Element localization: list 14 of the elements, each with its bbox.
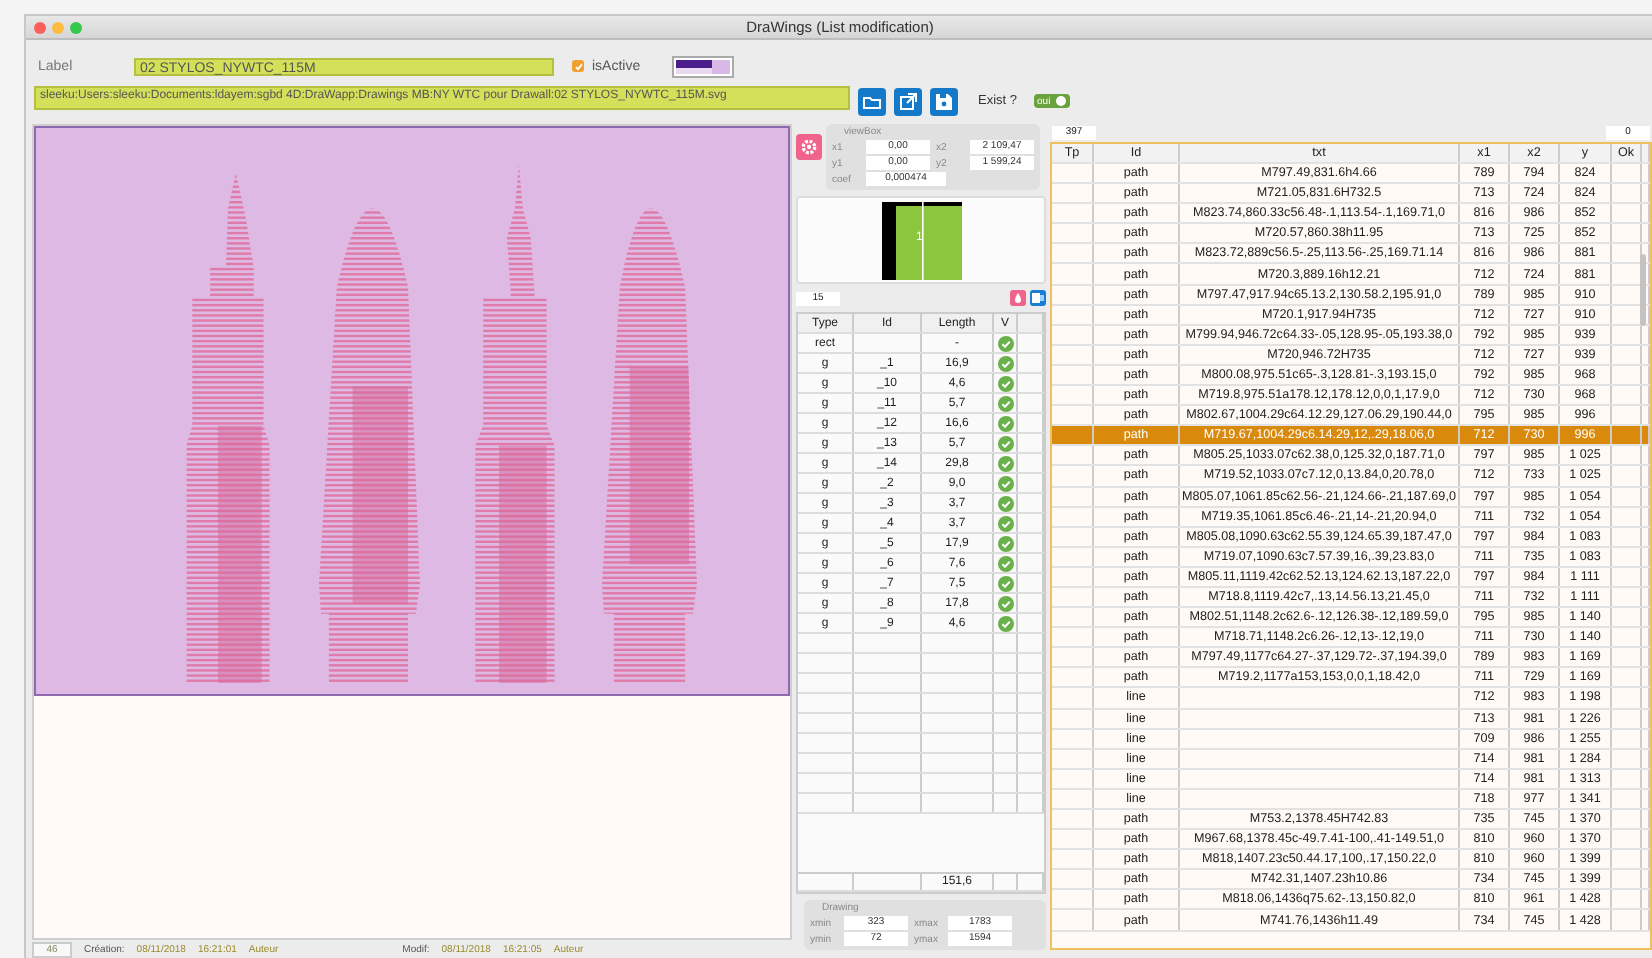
save-icon [932, 89, 956, 113]
external-link-button[interactable] [894, 87, 922, 115]
drop-icon[interactable] [1010, 290, 1026, 306]
zoom-button[interactable] [70, 21, 82, 33]
save-button[interactable] [930, 87, 958, 115]
spreadsheet-icon[interactable] [1030, 290, 1046, 306]
external-link-icon [896, 89, 920, 113]
color-preview [672, 55, 735, 77]
close-button[interactable] [34, 21, 46, 33]
active-checkbox[interactable] [572, 60, 584, 72]
settings-button[interactable] [796, 134, 822, 160]
scrollbar-thumb[interactable] [1640, 254, 1646, 326]
settings-icon [800, 138, 818, 156]
open-folder-button[interactable] [858, 87, 886, 115]
